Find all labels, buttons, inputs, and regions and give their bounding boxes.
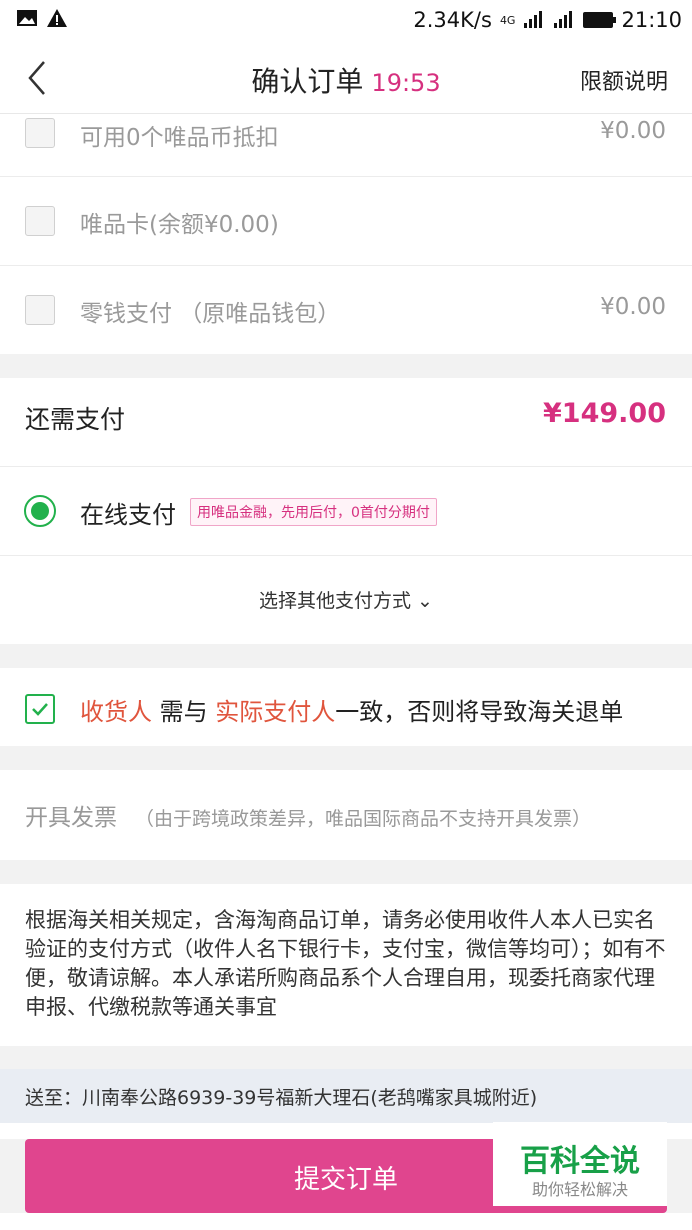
invoice-text: 开具发票 （由于跨境政策差异，唯品国际商品不支持开具发票） [25, 798, 591, 832]
clock: 21:10 [621, 8, 682, 32]
watermark-title: 百科全说 [520, 1144, 640, 1179]
customs-notice-text: 收货人 需与 实际支付人一致，否则将导致海关退单 [80, 692, 623, 727]
limit-info-link[interactable]: 限额说明 [580, 64, 668, 96]
signal-icon-2 [554, 11, 573, 28]
wallet-label: 零钱支付 （原唯品钱包） [80, 301, 341, 327]
invoice-row: 开具发票 （由于跨境政策差异，唯品国际商品不支持开具发票） [0, 770, 692, 860]
online-payment-row[interactable]: 在线支付 用唯品金融，先用后付，0首付分期付 [0, 467, 692, 555]
check-icon [32, 703, 48, 716]
coin-checkbox[interactable] [25, 118, 55, 148]
amount-due-label: 还需支付 [25, 405, 126, 434]
online-payment-label: 在线支付 [80, 501, 176, 529]
card-checkbox[interactable] [25, 206, 55, 236]
watermark-subtitle: 助你轻松解决 [531, 1180, 628, 1199]
countdown-timer: 19:53 [371, 69, 441, 97]
customs-checkbox[interactable] [25, 694, 55, 724]
warning-icon [47, 9, 67, 27]
wallet-checkbox[interactable] [25, 295, 55, 325]
policy-text: 根据海关相关规定，含海淘商品订单，请务必使用收件人本人已实名验证的支付方式（收件… [25, 908, 666, 1019]
invoice-label: 开具发票 [25, 805, 117, 831]
network-speed: 2.34K/s [413, 8, 492, 32]
payer-text: 实际支付人 [215, 698, 336, 726]
network-type: 4G [499, 13, 516, 27]
watermark: 百科全说 助你轻松解决 [493, 1122, 667, 1206]
invoice-note: （由于跨境政策差异，唯品国际商品不支持开具发票） [135, 808, 592, 830]
card-label: 唯品卡(余额¥0.00) [80, 212, 279, 238]
signal-icon [524, 11, 543, 28]
amount-due-value: ¥149.00 [543, 398, 666, 429]
wallet-amount: ¥0.00 [600, 294, 666, 320]
header: 确认订单 19:53 限额说明 [0, 42, 692, 114]
deduction-row-coins[interactable]: 可用0个唯品币抵扣 ¥0.00 [0, 114, 692, 176]
policy-block: 根据海关相关规定，含海淘商品订单，请务必使用收件人本人已实名验证的支付方式（收件… [0, 884, 692, 1046]
other-payment-link[interactable]: 选择其他支付方式 ⌄ [0, 586, 692, 613]
customs-notice-row[interactable]: 收货人 需与 实际支付人一致，否则将导致海关退单 [0, 668, 692, 746]
online-payment-radio[interactable] [24, 495, 56, 527]
shipping-address-bar[interactable]: 送至：川南奉公路6939-39号福新大理石(老鸹嘴家具城附近) [0, 1069, 692, 1123]
deduction-row-wallet[interactable]: 零钱支付 （原唯品钱包） ¥0.00 [0, 266, 692, 354]
bottom-bar [0, 1213, 692, 1230]
image-icon [17, 10, 37, 26]
coin-amount: ¥0.00 [600, 118, 666, 144]
notice-end: 一致，否则将导致海关退单 [335, 698, 624, 726]
page-title-text: 确认订单 [251, 65, 364, 98]
status-bar: 2.34K/s 4G 21:10 [0, 0, 692, 42]
shipping-address: 送至：川南奉公路6939-39号福新大理石(老鸹嘴家具城附近) [25, 1087, 538, 1109]
promo-badge: 用唯品金融，先用后付，0首付分期付 [190, 498, 437, 526]
battery-icon [583, 12, 617, 28]
notice-mid: 需与 [152, 698, 216, 726]
deduction-row-card[interactable]: 唯品卡(余额¥0.00) [0, 177, 692, 265]
consignee-text: 收货人 [80, 698, 152, 726]
amount-due-row: 还需支付 ¥149.00 [0, 378, 692, 466]
coin-label: 可用0个唯品币抵扣 [80, 125, 279, 151]
other-payment-row[interactable]: 选择其他支付方式 ⌄ [0, 556, 692, 644]
